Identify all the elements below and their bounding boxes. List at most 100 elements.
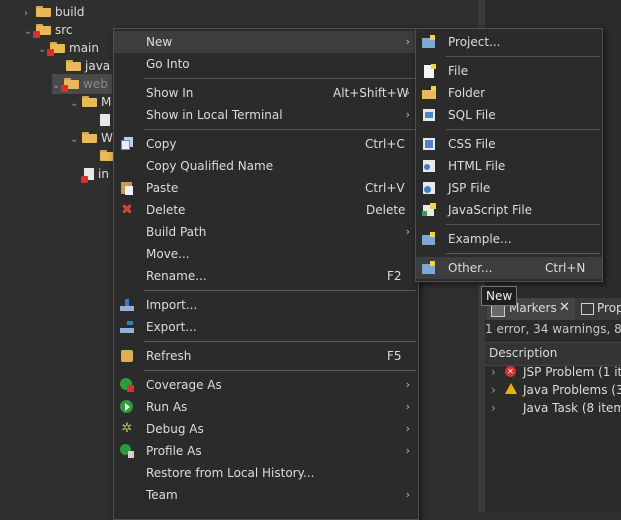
folder-icon <box>66 60 81 71</box>
file-error-icon <box>81 168 94 183</box>
tree-item-web-inf[interactable]: ⌄ W <box>70 128 113 148</box>
menu-item-show-in[interactable]: Show In Alt+Shift+W › <box>114 82 418 104</box>
profile-icon <box>120 444 134 458</box>
folder-icon <box>36 6 51 17</box>
refresh-icon <box>120 349 134 363</box>
menu-item-go-into[interactable]: Go Into <box>114 53 418 75</box>
tree-item-webapp[interactable]: ⌄ web <box>52 74 112 94</box>
menu-item-restore-from-local-history[interactable]: Restore from Local History... <box>114 462 418 484</box>
properties-icon <box>581 303 594 315</box>
menu-item-refresh[interactable]: Refresh F5 <box>114 345 418 367</box>
submenu-item-html-file[interactable]: HTML File <box>416 155 602 177</box>
tree-item-build[interactable]: › build <box>24 2 85 22</box>
css-file-icon <box>422 137 436 151</box>
menu-item-profile-as[interactable]: Profile As › <box>114 440 418 462</box>
sql-file-icon <box>422 108 436 122</box>
debug-icon: ✲ <box>121 421 133 436</box>
expand-arrow-icon[interactable]: › <box>491 380 496 400</box>
expand-arrow-icon[interactable]: › <box>491 362 496 382</box>
tree-item-index[interactable]: in <box>81 164 109 184</box>
folder-error-icon <box>47 42 65 56</box>
tree-item-src[interactable]: ⌄ src <box>24 20 73 40</box>
submenu-item-other[interactable]: Other... Ctrl+N <box>416 257 602 279</box>
paste-icon <box>120 181 134 195</box>
folder-icon <box>82 132 97 143</box>
markers-view: Markers ✕ Prop 1 error, 34 warnings, 8 o… <box>485 270 621 512</box>
chevron-right-icon: › <box>405 422 410 435</box>
warning-icon <box>505 383 517 394</box>
menu-separator <box>144 290 416 291</box>
menu-separator <box>446 129 600 130</box>
submenu-item-sql-file[interactable]: SQL File <box>416 104 602 126</box>
menu-item-debug-as[interactable]: ✲ Debug As › <box>114 418 418 440</box>
new-submenu: Project... File Folder SQL File CSS File… <box>415 28 603 282</box>
menu-separator <box>144 341 416 342</box>
chevron-right-icon: › <box>405 378 410 391</box>
menu-item-rename[interactable]: Rename... F2 <box>114 265 418 287</box>
other-wizard-icon <box>422 261 436 275</box>
submenu-item-example[interactable]: Example... <box>416 228 602 250</box>
coverage-icon <box>120 378 134 392</box>
collapse-arrow-icon[interactable]: ⌄ <box>70 94 82 114</box>
submenu-item-file[interactable]: File <box>416 60 602 82</box>
menu-item-move[interactable]: Move... <box>114 243 418 265</box>
submenu-item-css-file[interactable]: CSS File <box>416 133 602 155</box>
import-icon <box>120 298 134 312</box>
folder-error-icon <box>61 78 79 92</box>
tooltip: New <box>481 286 518 306</box>
menu-item-copy[interactable]: Copy Ctrl+C <box>114 133 418 155</box>
close-icon[interactable]: ✕ <box>559 300 570 315</box>
submenu-item-folder[interactable]: Folder <box>416 82 602 104</box>
folder-error-icon <box>33 24 51 38</box>
menu-item-import[interactable]: Import... <box>114 294 418 316</box>
menu-item-team[interactable]: Team › <box>114 484 418 506</box>
new-folder-icon <box>422 86 436 100</box>
export-icon <box>120 320 134 334</box>
menu-item-export[interactable]: Export... <box>114 316 418 338</box>
submenu-item-project[interactable]: Project... <box>416 31 602 53</box>
menu-item-coverage-as[interactable]: Coverage As › <box>114 374 418 396</box>
submenu-item-jsp-file[interactable]: JSP File <box>416 177 602 199</box>
chevron-right-icon: › <box>405 444 410 457</box>
chevron-right-icon: › <box>405 86 410 99</box>
expand-arrow-icon[interactable]: › <box>491 398 496 418</box>
error-icon: ✕ <box>505 366 516 377</box>
menu-item-show-in-local-terminal[interactable]: Show in Local Terminal › <box>114 104 418 126</box>
markers-summary: 1 error, 34 warnings, 8 ot <box>485 322 621 336</box>
menu-separator <box>446 253 600 254</box>
menu-separator <box>446 56 600 57</box>
menu-item-run-as[interactable]: Run As › <box>114 396 418 418</box>
menu-separator <box>446 224 600 225</box>
tree-item-file[interactable] <box>100 110 114 130</box>
tree-item-java[interactable]: java <box>66 56 110 76</box>
chevron-right-icon: › <box>405 35 410 48</box>
chevron-right-icon: › <box>405 225 410 238</box>
example-icon <box>422 232 436 246</box>
context-menu: New › Go Into Show In Alt+Shift+W › Show… <box>113 28 419 520</box>
new-project-icon <box>422 35 436 49</box>
chevron-right-icon: › <box>405 488 410 501</box>
delete-icon: ✖ <box>121 202 133 218</box>
tree-item-main[interactable]: ⌄ main <box>38 38 99 58</box>
menu-item-copy-qualified-name[interactable]: Copy Qualified Name <box>114 155 418 177</box>
menu-separator <box>144 370 416 371</box>
menu-item-paste[interactable]: Paste Ctrl+V <box>114 177 418 199</box>
jsp-file-icon <box>422 181 436 195</box>
menu-item-new[interactable]: New › <box>114 31 418 53</box>
tree-item-meta-inf[interactable]: ⌄ M <box>70 92 111 112</box>
folder-icon <box>82 96 97 107</box>
html-file-icon <box>422 159 436 173</box>
menu-separator <box>144 78 416 79</box>
file-icon <box>100 114 110 126</box>
copy-icon <box>120 137 134 151</box>
tab-properties[interactable]: Prop <box>579 298 621 320</box>
new-file-icon <box>422 64 436 78</box>
menu-item-delete[interactable]: ✖ Delete Delete <box>114 199 418 221</box>
menu-item-build-path[interactable]: Build Path › <box>114 221 418 243</box>
javascript-file-icon <box>422 203 436 217</box>
submenu-item-javascript-file[interactable]: JavaScript File <box>416 199 602 221</box>
collapse-arrow-icon[interactable]: ⌄ <box>70 130 82 150</box>
chevron-right-icon: › <box>405 108 410 121</box>
menu-separator <box>144 129 416 130</box>
run-icon <box>120 400 134 414</box>
